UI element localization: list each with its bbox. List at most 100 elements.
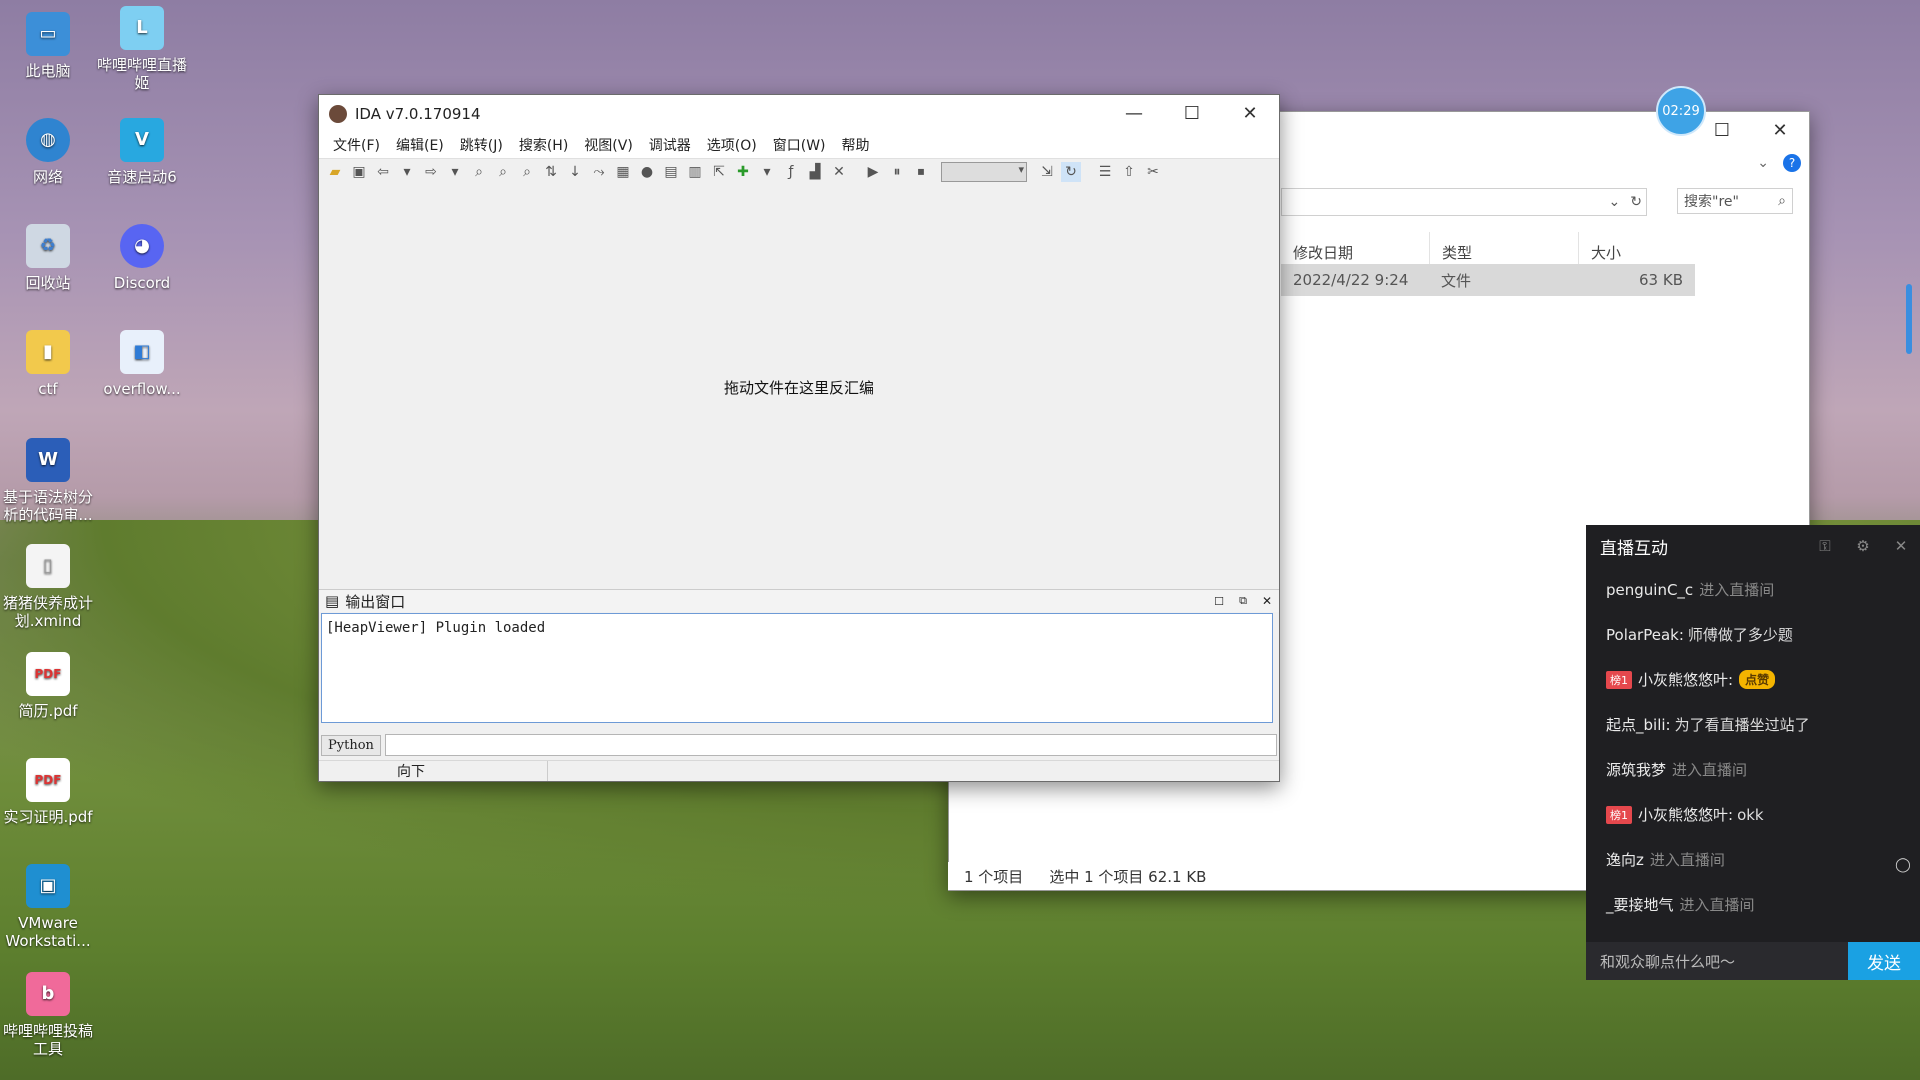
ida-titlebar[interactable]: IDA v7.0.170914 — ☐ ✕: [319, 95, 1279, 132]
stop-icon[interactable]: ⏹: [911, 162, 931, 182]
python-command-input[interactable]: [384, 734, 1277, 756]
desktop-icon-label: 此电脑: [25, 62, 71, 80]
refresh-icon[interactable]: ↻: [1061, 162, 1081, 182]
address-bar[interactable]: ⌄ ↻: [1281, 188, 1647, 216]
lock-icon[interactable]: ⚿: [1806, 537, 1844, 555]
chevron-down-icon[interactable]: ▾: [397, 162, 417, 182]
desktop-icon-ctf[interactable]: ▮ ctf: [0, 326, 96, 398]
timer-text: 02:29: [1662, 103, 1700, 119]
play-icon[interactable]: ▶: [863, 162, 883, 182]
segment-icon[interactable]: ▤: [661, 162, 681, 182]
function-icon[interactable]: ƒ: [781, 162, 801, 182]
close-icon[interactable]: ✕: [1255, 594, 1279, 608]
ida-window: IDA v7.0.170914 — ☐ ✕ 文件(F) 编辑(E) 跳转(J) …: [318, 94, 1280, 782]
desktop-icon-internship-pdf[interactable]: PDF 实习证明.pdf: [0, 754, 96, 826]
menu-help[interactable]: 帮助: [834, 135, 878, 155]
save-icon[interactable]: ▣: [349, 162, 369, 182]
pause-icon[interactable]: ⏸: [887, 162, 907, 182]
chat-text: 进入直播间: [1649, 851, 1725, 869]
forward-icon[interactable]: ⇨: [421, 162, 441, 182]
menu-jump[interactable]: 跳转(J): [452, 135, 511, 155]
float-icon[interactable]: ⧉: [1231, 594, 1255, 608]
send-button[interactable]: 发送: [1848, 942, 1920, 980]
close-icon[interactable]: ✕: [1882, 537, 1920, 555]
table-row[interactable]: 2022/4/22 9:24 文件 63 KB: [1281, 264, 1695, 296]
help-icon[interactable]: ?: [1783, 154, 1801, 172]
desktop-icon-recycle-bin[interactable]: ♻ 回收站: [0, 220, 96, 292]
desktop-icon-resume-pdf[interactable]: PDF 简历.pdf: [0, 648, 96, 720]
status-direction: 向下: [397, 761, 548, 781]
menu-edit[interactable]: 编辑(E): [388, 135, 452, 155]
chevron-down-icon[interactable]: ▾: [445, 162, 465, 182]
chat-text: okk: [1737, 805, 1764, 824]
desktop-icon-vmware[interactable]: ▣ VMware Workstati...: [0, 860, 96, 950]
status-bar: 向下: [319, 760, 1279, 781]
gear-icon[interactable]: ⚙: [1844, 537, 1882, 555]
maximize-icon: ☐: [1183, 103, 1201, 124]
python-button[interactable]: Python: [321, 734, 381, 756]
mouse-widget[interactable]: ◯: [1886, 840, 1920, 890]
next-code-icon[interactable]: ⇅: [541, 162, 561, 182]
chat-input[interactable]: 和观众聊点什么吧～: [1586, 942, 1848, 980]
file-size: 63 KB: [1639, 271, 1683, 289]
desktop-icon-bili-live[interactable]: L 哔哩哔哩直播姬: [94, 2, 190, 92]
chart-icon[interactable]: ▟: [805, 162, 825, 182]
output-text-area[interactable]: [HeapViewer] Plugin loaded: [321, 613, 1273, 723]
disassembly-drop-area[interactable]: 拖动文件在这里反汇编: [319, 185, 1279, 589]
desktop-icon-bili-upload[interactable]: b 哔哩哔哩投稿工具: [0, 968, 96, 1058]
chevron-down-icon[interactable]: ⌄: [1609, 194, 1621, 210]
step-icon[interactable]: ⇲: [1037, 162, 1057, 182]
graph-icon[interactable]: ▦: [613, 162, 633, 182]
chevron-down-icon[interactable]: ▾: [757, 162, 777, 182]
desktop-icon-this-pc[interactable]: ▭ 此电脑: [0, 8, 96, 80]
menu-debugger[interactable]: 调试器: [641, 135, 699, 155]
menu-search[interactable]: 搜索(H): [511, 135, 576, 155]
close-button[interactable]: ✕: [1221, 95, 1279, 132]
desktop-icon-network[interactable]: ◍ 网络: [0, 114, 96, 186]
output-window-header: ▤ 输出窗口 ☐ ⧉ ✕: [319, 589, 1279, 612]
open-file-icon[interactable]: ▰: [325, 162, 345, 182]
export-icon[interactable]: ⇱: [709, 162, 729, 182]
chat-user: 逸向z: [1606, 851, 1644, 869]
breakpoint-icon[interactable]: ⇧: [1119, 162, 1139, 182]
list-item: 逸向z 进入直播间: [1586, 837, 1920, 882]
desktop-icon-speed-launch[interactable]: V 音速启动6: [94, 114, 190, 186]
maximize-button[interactable]: ☐: [1163, 95, 1221, 132]
search-placeholder: 搜索"re": [1684, 194, 1739, 210]
chat-user: 源筑我梦: [1606, 761, 1667, 779]
jump-down-icon[interactable]: ↓: [565, 162, 585, 182]
close-button[interactable]: ✕: [1751, 112, 1809, 149]
refresh-icon[interactable]: ↻: [1630, 194, 1642, 210]
search-binary-icon[interactable]: ⌕: [493, 162, 513, 182]
chevron-down-icon[interactable]: ⌄: [1757, 155, 1769, 171]
search-text-icon[interactable]: ⌕: [469, 162, 489, 182]
add-icon[interactable]: ✚: [733, 162, 753, 182]
timer-bubble[interactable]: 02:29: [1656, 86, 1706, 136]
back-icon[interactable]: ⇦: [373, 162, 393, 182]
tools-icon[interactable]: ✂: [1143, 162, 1163, 182]
delete-icon[interactable]: ✕: [829, 162, 849, 182]
desktop-icon-xmind[interactable]: ▯ 猪猪侠养成计划.xmind: [0, 540, 96, 630]
menu-windows[interactable]: 窗口(W): [765, 135, 834, 155]
side-slider[interactable]: [1906, 284, 1912, 354]
search-input[interactable]: 搜索"re" ⌕: [1677, 188, 1793, 214]
menu-file[interactable]: 文件(F): [325, 135, 388, 155]
maximize-icon[interactable]: ☐: [1207, 595, 1231, 608]
maximize-icon: ☐: [1713, 120, 1731, 141]
struct-icon[interactable]: ▥: [685, 162, 705, 182]
desktop-icon-label: 基于语法树分析的代码审...: [2, 488, 93, 524]
circle-icon[interactable]: ●: [637, 162, 657, 182]
speed-launch-icon: V: [120, 118, 164, 162]
xref-icon[interactable]: ⤳: [589, 162, 609, 182]
minimize-button[interactable]: —: [1105, 95, 1163, 132]
desktop-icon-word-doc[interactable]: W 基于语法树分析的代码审...: [0, 434, 96, 524]
search-immediate-icon[interactable]: ⌕: [517, 162, 537, 182]
desktop-icon-overflow[interactable]: ◧ overflow...: [94, 326, 190, 398]
desktop-icon-discord[interactable]: ◕ Discord: [94, 220, 190, 292]
list-item: 源筑我梦 进入直播间: [1586, 747, 1920, 792]
list-icon[interactable]: ☰: [1095, 162, 1115, 182]
menu-view[interactable]: 视图(V): [576, 135, 641, 155]
debugger-select[interactable]: [941, 162, 1027, 182]
desktop-icon-label: 网络: [32, 168, 63, 186]
menu-options[interactable]: 选项(O): [699, 135, 765, 155]
